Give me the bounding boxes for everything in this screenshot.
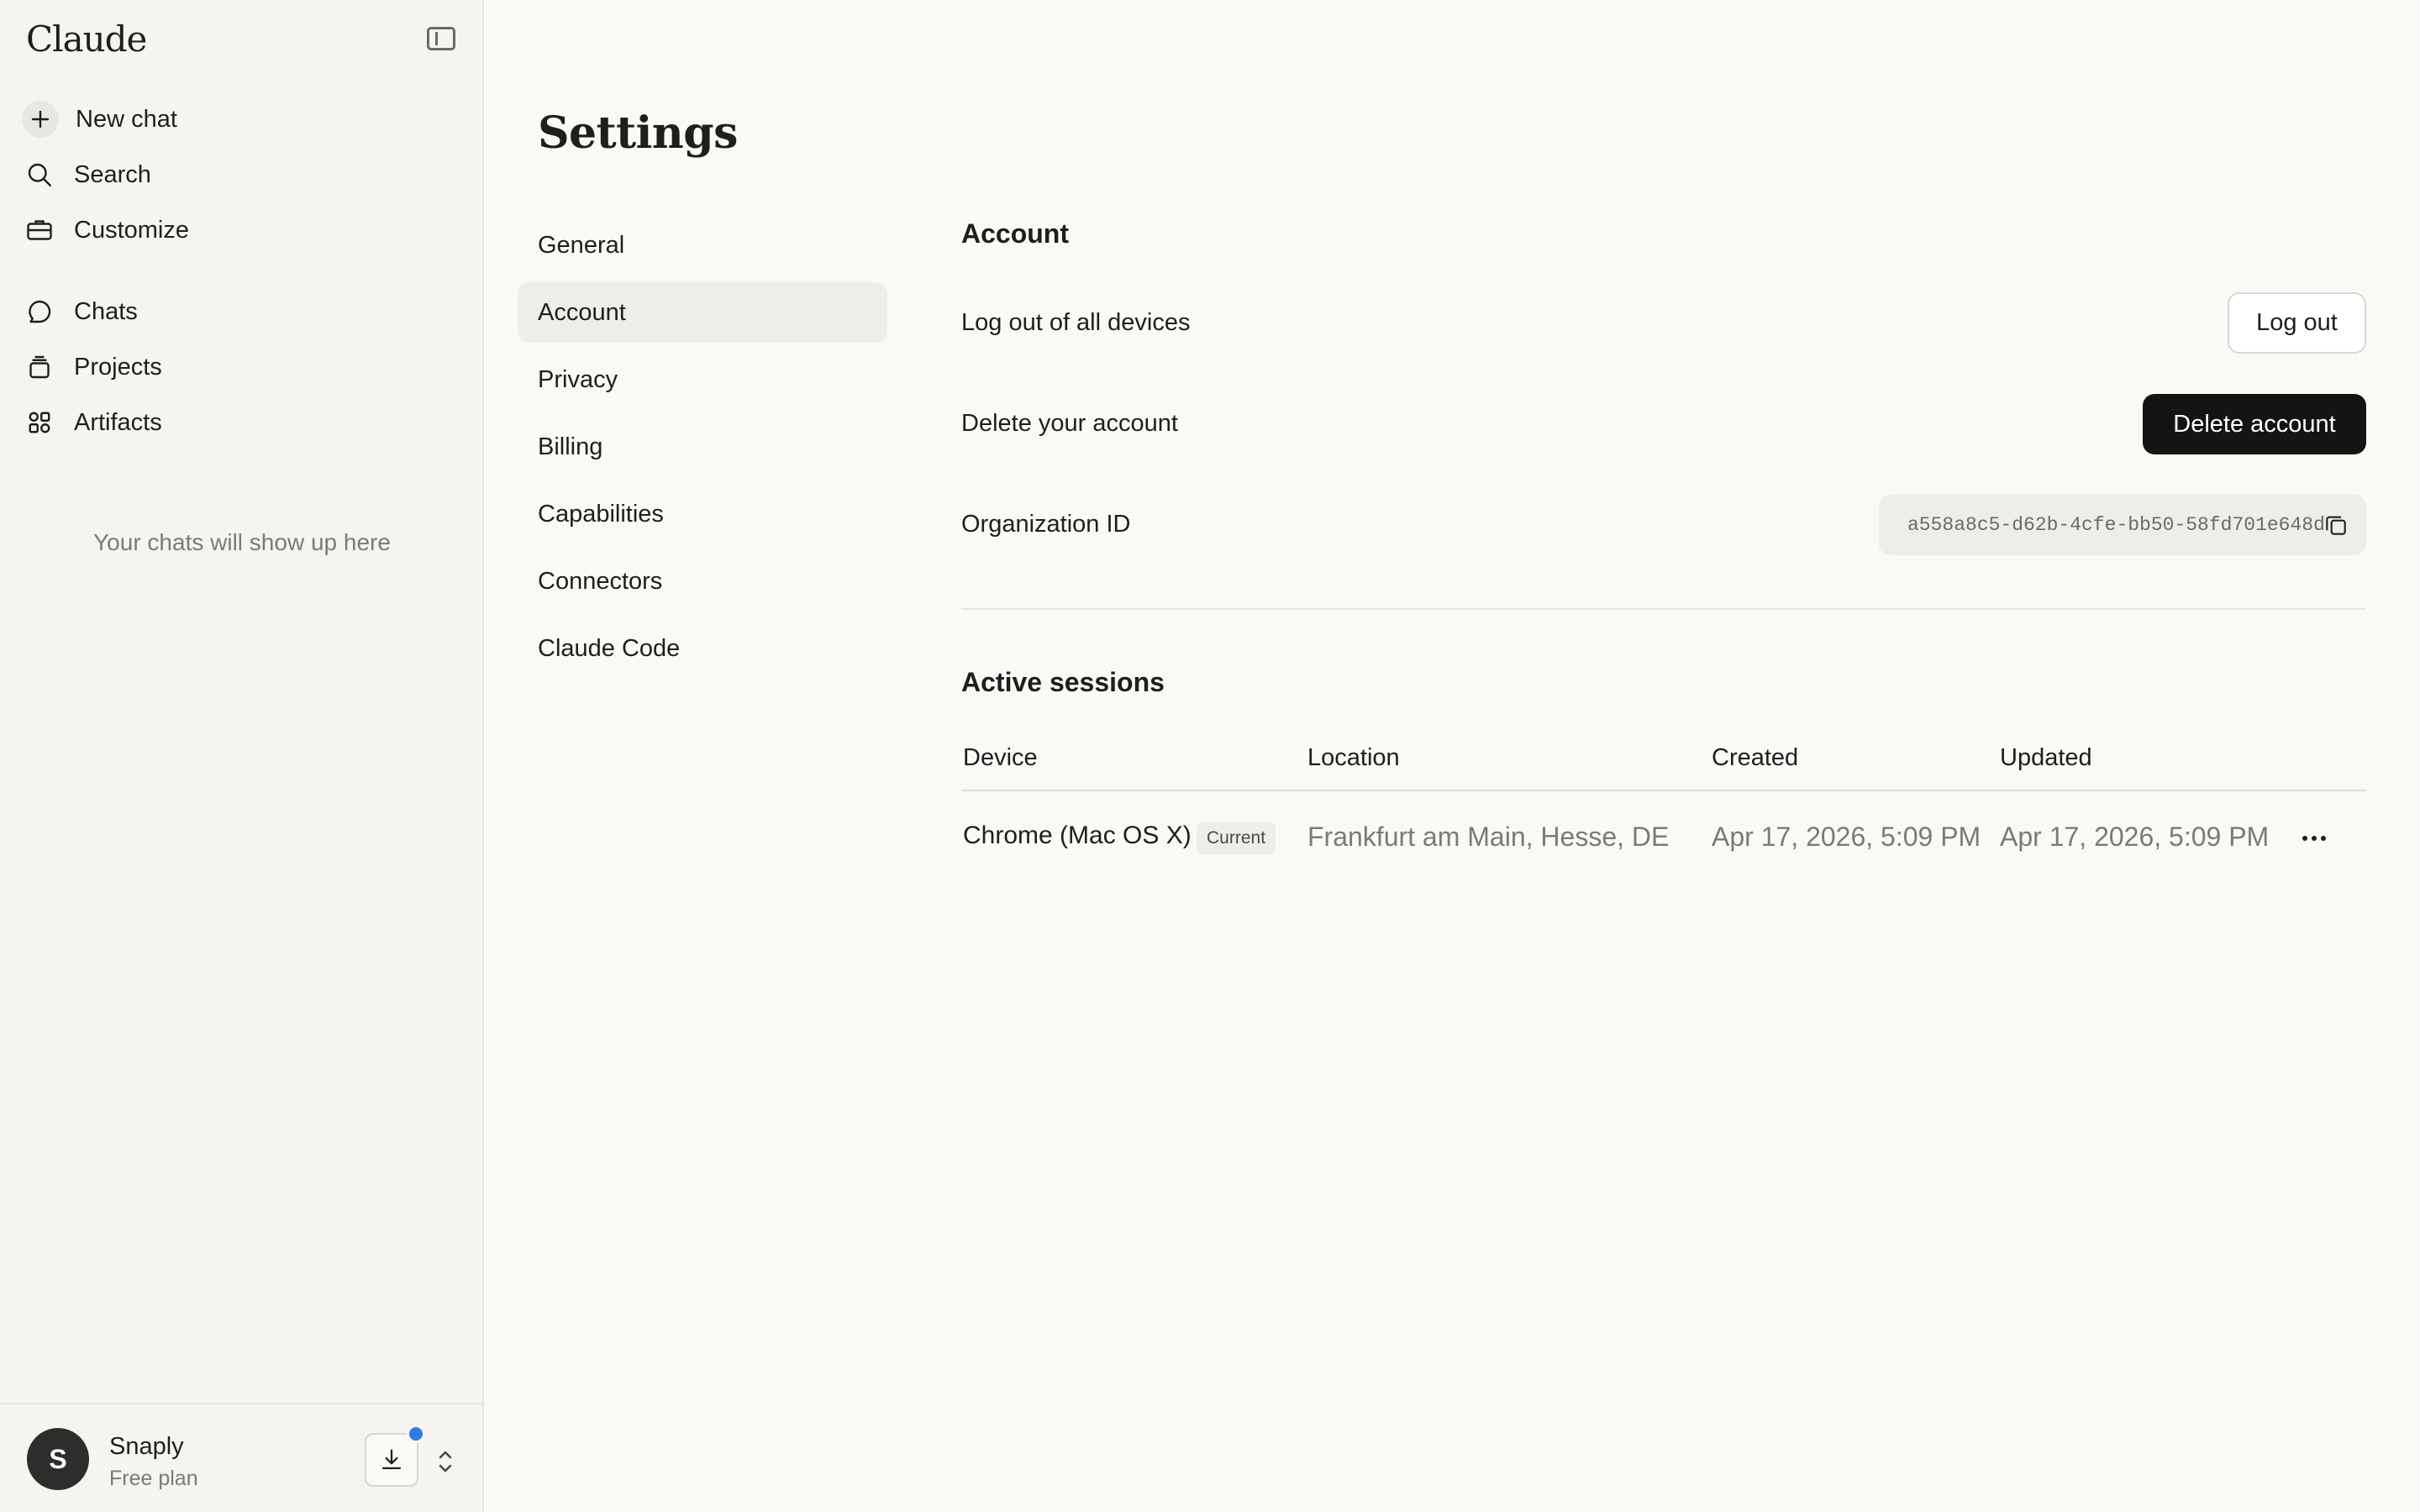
customize-button[interactable]: Customize [22, 210, 189, 250]
delete-account-button[interactable]: Delete account [2143, 394, 2366, 454]
settings-nav-capabilities[interactable]: Capabilities [518, 484, 887, 544]
current-session-badge: Current [1197, 822, 1276, 854]
settings-nav-general[interactable]: General [518, 215, 887, 276]
settings-nav-privacy[interactable]: Privacy [518, 349, 887, 410]
settings-nav-claude-code[interactable]: Claude Code [518, 618, 887, 679]
sidebar-item-label: Projects [74, 353, 162, 381]
customize-label: Customize [74, 216, 189, 244]
sidebar-item-label: Chats [74, 297, 138, 325]
sidebar-item-projects[interactable]: Projects [22, 347, 162, 387]
brand-logo[interactable]: Claude [26, 18, 147, 60]
sidebar: Claude New chat Search Customize Chats P… [0, 0, 484, 1512]
table-header-divider [961, 790, 2366, 791]
settings-nav-account[interactable]: Account [518, 282, 887, 343]
session-device: Chrome (Mac OS X) [963, 822, 1192, 849]
session-created: Apr 17, 2026, 5:09 PM [1712, 822, 1981, 852]
settings-nav-connectors[interactable]: Connectors [518, 551, 887, 612]
page-title: Settings [538, 108, 738, 159]
folder-stack-icon [22, 349, 57, 385]
copy-icon[interactable] [2323, 512, 2349, 538]
session-updated: Apr 17, 2026, 5:09 PM [2000, 822, 2270, 852]
new-chat-button[interactable]: New chat [22, 99, 177, 139]
account-heading: Account [961, 218, 1069, 249]
user-menu[interactable]: S Snaply Free plan [0, 1403, 484, 1512]
download-icon [381, 1449, 402, 1470]
search-icon [22, 157, 57, 192]
new-chat-label: New chat [76, 105, 177, 133]
sidebar-item-chats[interactable]: Chats [22, 291, 138, 332]
search-button[interactable]: Search [22, 155, 151, 195]
briefcase-icon [22, 213, 57, 248]
delete-account-label: Delete your account [961, 410, 1178, 437]
plus-icon [22, 101, 59, 138]
organization-id-field[interactable]: a558a8c5-d62b-4cfe-bb50-58fd701e648d [1879, 495, 2366, 555]
search-label: Search [74, 160, 151, 188]
organization-id-value: a558a8c5-d62b-4cfe-bb50-58fd701e648d [1907, 514, 2325, 536]
column-header-device: Device [963, 744, 1038, 771]
logout-button[interactable]: Log out [2228, 292, 2366, 354]
session-location: Frankfurt am Main, Hesse, DE [1307, 822, 1670, 852]
user-name: Snaply [109, 1433, 184, 1460]
chevron-up-down-icon[interactable] [435, 1446, 455, 1477]
section-divider [961, 608, 2366, 610]
column-header-updated: Updated [2000, 744, 2092, 771]
sidebar-toggle-icon[interactable] [427, 27, 455, 50]
column-header-location: Location [1307, 744, 1400, 771]
more-options-icon[interactable] [2296, 822, 2333, 855]
user-plan: Free plan [109, 1467, 198, 1490]
column-header-created: Created [1712, 744, 1799, 771]
settings-nav-billing[interactable]: Billing [518, 417, 887, 477]
artifacts-icon [22, 405, 57, 440]
chat-bubble-icon [22, 294, 57, 329]
logout-all-label: Log out of all devices [961, 309, 1191, 336]
notification-dot [407, 1425, 425, 1443]
sidebar-item-label: Artifacts [74, 408, 162, 436]
active-sessions-heading: Active sessions [961, 667, 1165, 697]
organization-id-label: Organization ID [961, 511, 1131, 538]
empty-chats-note: Your chats will show up here [93, 529, 391, 555]
sidebar-item-artifacts[interactable]: Artifacts [22, 402, 162, 443]
avatar[interactable]: S [27, 1428, 89, 1490]
